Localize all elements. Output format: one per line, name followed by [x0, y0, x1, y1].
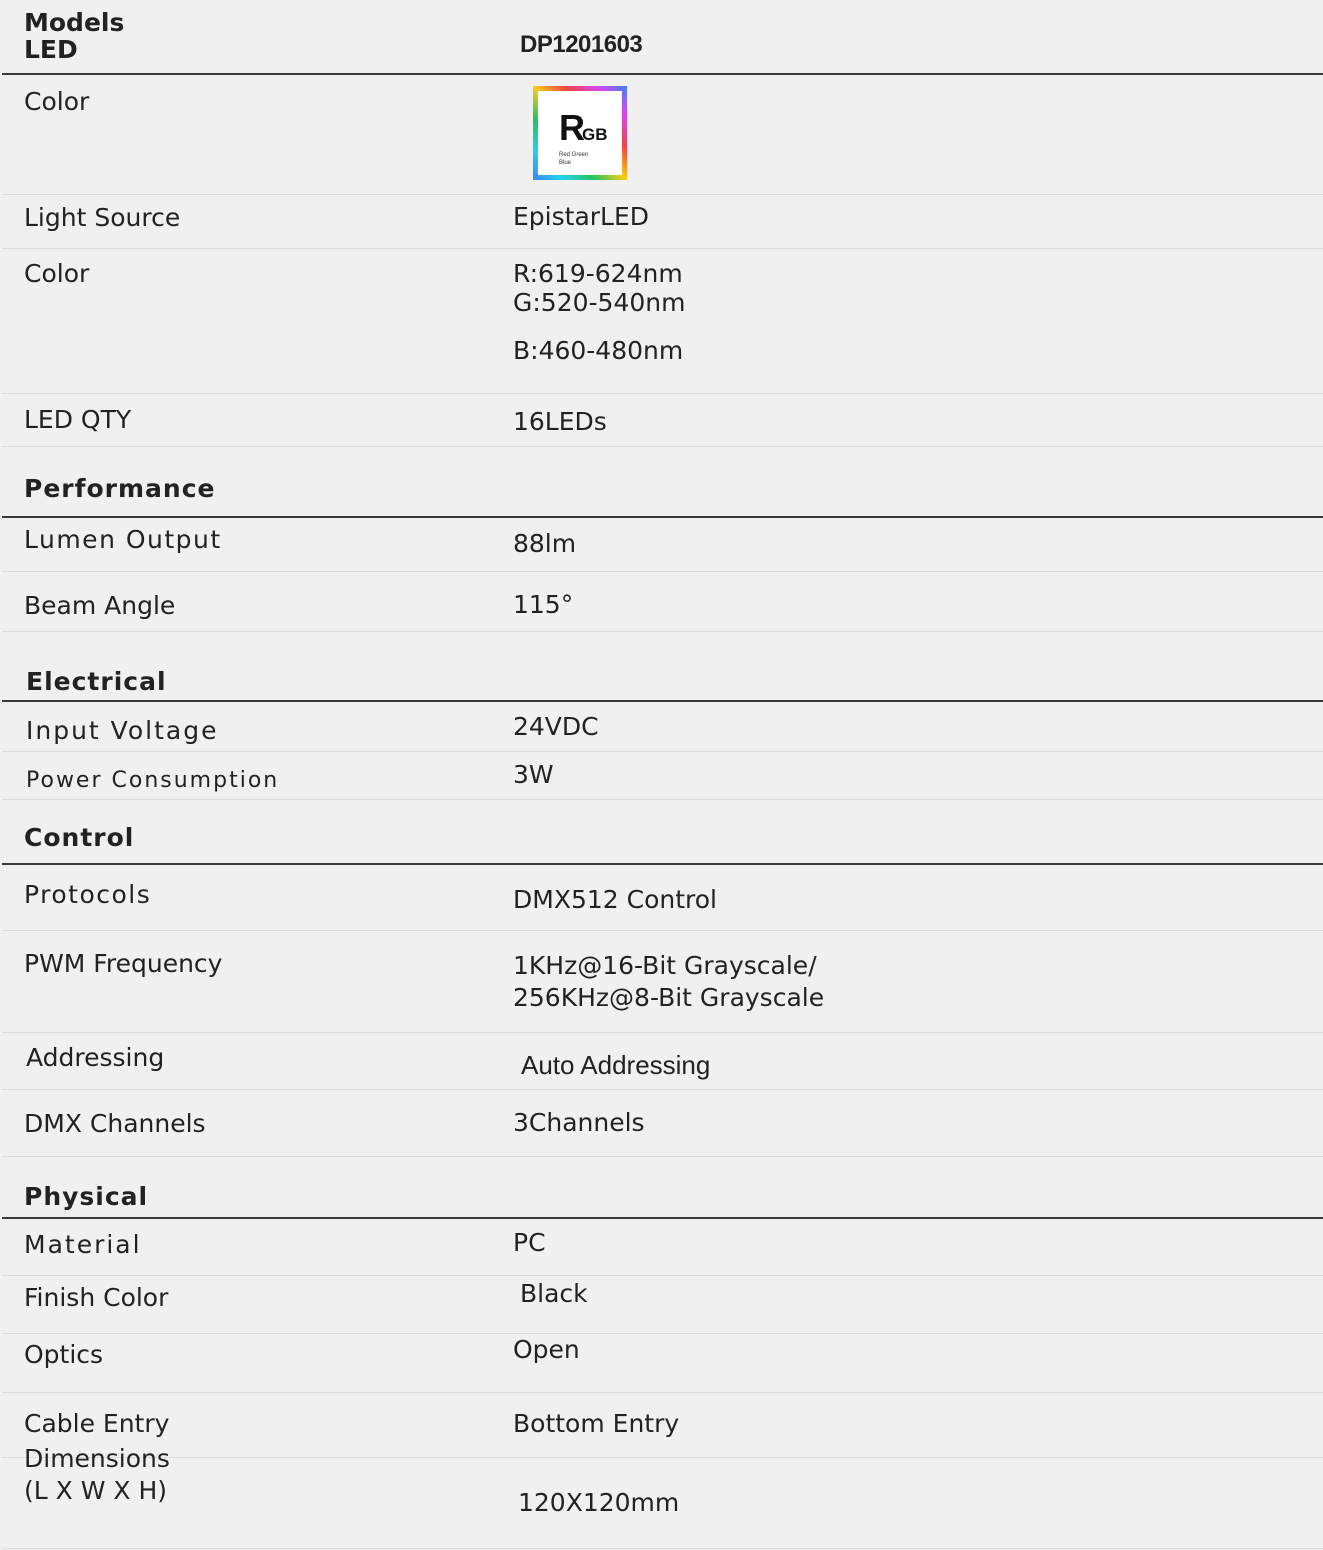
rgb-logo-icon: R GB Red Green Blue	[533, 86, 627, 180]
row-value-material: PC	[513, 1228, 546, 1257]
section-title-electrical: Electrical	[26, 667, 167, 696]
row-divider	[2, 1392, 1323, 1393]
row-value-finish-color: Black	[520, 1279, 588, 1308]
row-divider	[2, 1333, 1323, 1334]
rgb-logo-subtitle-1: Red Green	[559, 152, 589, 158]
row-label-beam-angle: Beam Angle	[24, 591, 176, 620]
row-label-dimensions-unit: (L X W X H)	[24, 1476, 167, 1505]
row-divider	[2, 1156, 1323, 1157]
section-title-performance: Performance	[24, 474, 216, 503]
row-divider	[2, 1089, 1323, 1090]
row-divider	[2, 1548, 1323, 1549]
row-label-optics: Optics	[24, 1340, 104, 1369]
model-number: DP1201603	[520, 31, 643, 58]
section-divider	[2, 700, 1323, 702]
row-label-material: Material	[24, 1230, 142, 1259]
rgb-logo-r: R	[559, 107, 585, 148]
models-label: Models	[24, 8, 125, 37]
row-label-dimensions: Dimensions	[24, 1444, 170, 1473]
row-value-addressing: Auto Addressing	[521, 1050, 711, 1080]
row-divider	[2, 571, 1323, 572]
row-value-protocols: DMX512 Control	[513, 885, 717, 914]
row-divider	[2, 1032, 1323, 1033]
section-divider	[2, 863, 1323, 865]
row-label-color: Color	[24, 87, 90, 116]
row-divider	[2, 1457, 1323, 1458]
row-label-dmx-channels: DMX Channels	[24, 1109, 206, 1138]
section-divider	[2, 516, 1323, 518]
row-value-red-wavelength: R:619-624nm	[513, 259, 683, 288]
led-label: LED	[24, 35, 78, 64]
section-title-control: Control	[24, 823, 135, 852]
row-label-color-wavelength: Color	[24, 259, 90, 288]
row-value-dimensions: 120X120mm	[518, 1488, 680, 1517]
row-value-dmx-channels: 3Channels	[513, 1108, 645, 1137]
row-value-power-consumption: 3W	[513, 760, 554, 789]
row-label-cable-entry: Cable Entry	[24, 1409, 170, 1438]
section-title-physical: Physical	[24, 1182, 149, 1211]
row-divider	[2, 248, 1323, 249]
row-value-beam-angle: 115°	[513, 590, 574, 619]
row-divider	[2, 930, 1323, 931]
row-divider	[2, 751, 1323, 752]
row-value-light-source: EpistarLED	[513, 202, 650, 231]
row-divider	[2, 393, 1323, 394]
row-value-green-wavelength: G:520-540nm	[513, 288, 686, 317]
row-value-input-voltage: 24VDC	[513, 712, 599, 741]
row-value-optics: Open	[513, 1335, 580, 1364]
row-label-addressing: Addressing	[26, 1043, 165, 1072]
row-label-protocols: Protocols	[24, 880, 152, 909]
row-label-power-consumption: Power Consumption	[26, 768, 280, 793]
row-value-cable-entry: Bottom Entry	[513, 1409, 680, 1438]
row-label-light-source: Light Source	[24, 203, 181, 232]
section-divider	[2, 1217, 1323, 1219]
row-label-lumen-output: Lumen Output	[24, 525, 222, 554]
row-label-finish-color: Finish Color	[24, 1283, 169, 1312]
row-value-pwm-frequency-2: 256KHz@8-Bit Grayscale	[513, 983, 825, 1012]
row-label-input-voltage: Input Voltage	[26, 716, 219, 745]
row-divider	[2, 194, 1323, 195]
rgb-logo-gb: GB	[582, 125, 608, 144]
row-value-led-qty: 16LEDs	[513, 407, 607, 436]
row-label-pwm-frequency: PWM Frequency	[24, 949, 223, 978]
row-label-led-qty: LED QTY	[24, 405, 132, 434]
row-divider	[2, 1275, 1323, 1276]
row-value-blue-wavelength: B:460-480nm	[513, 336, 684, 365]
row-divider	[2, 446, 1323, 447]
row-value-lumen-output: 88lm	[513, 529, 577, 558]
row-value-pwm-frequency-1: 1KHz@16-Bit Grayscale/	[513, 951, 817, 980]
row-divider	[2, 631, 1323, 632]
header-divider	[2, 73, 1323, 75]
row-divider	[2, 799, 1323, 800]
rgb-logo-subtitle-2: Blue	[559, 160, 572, 166]
